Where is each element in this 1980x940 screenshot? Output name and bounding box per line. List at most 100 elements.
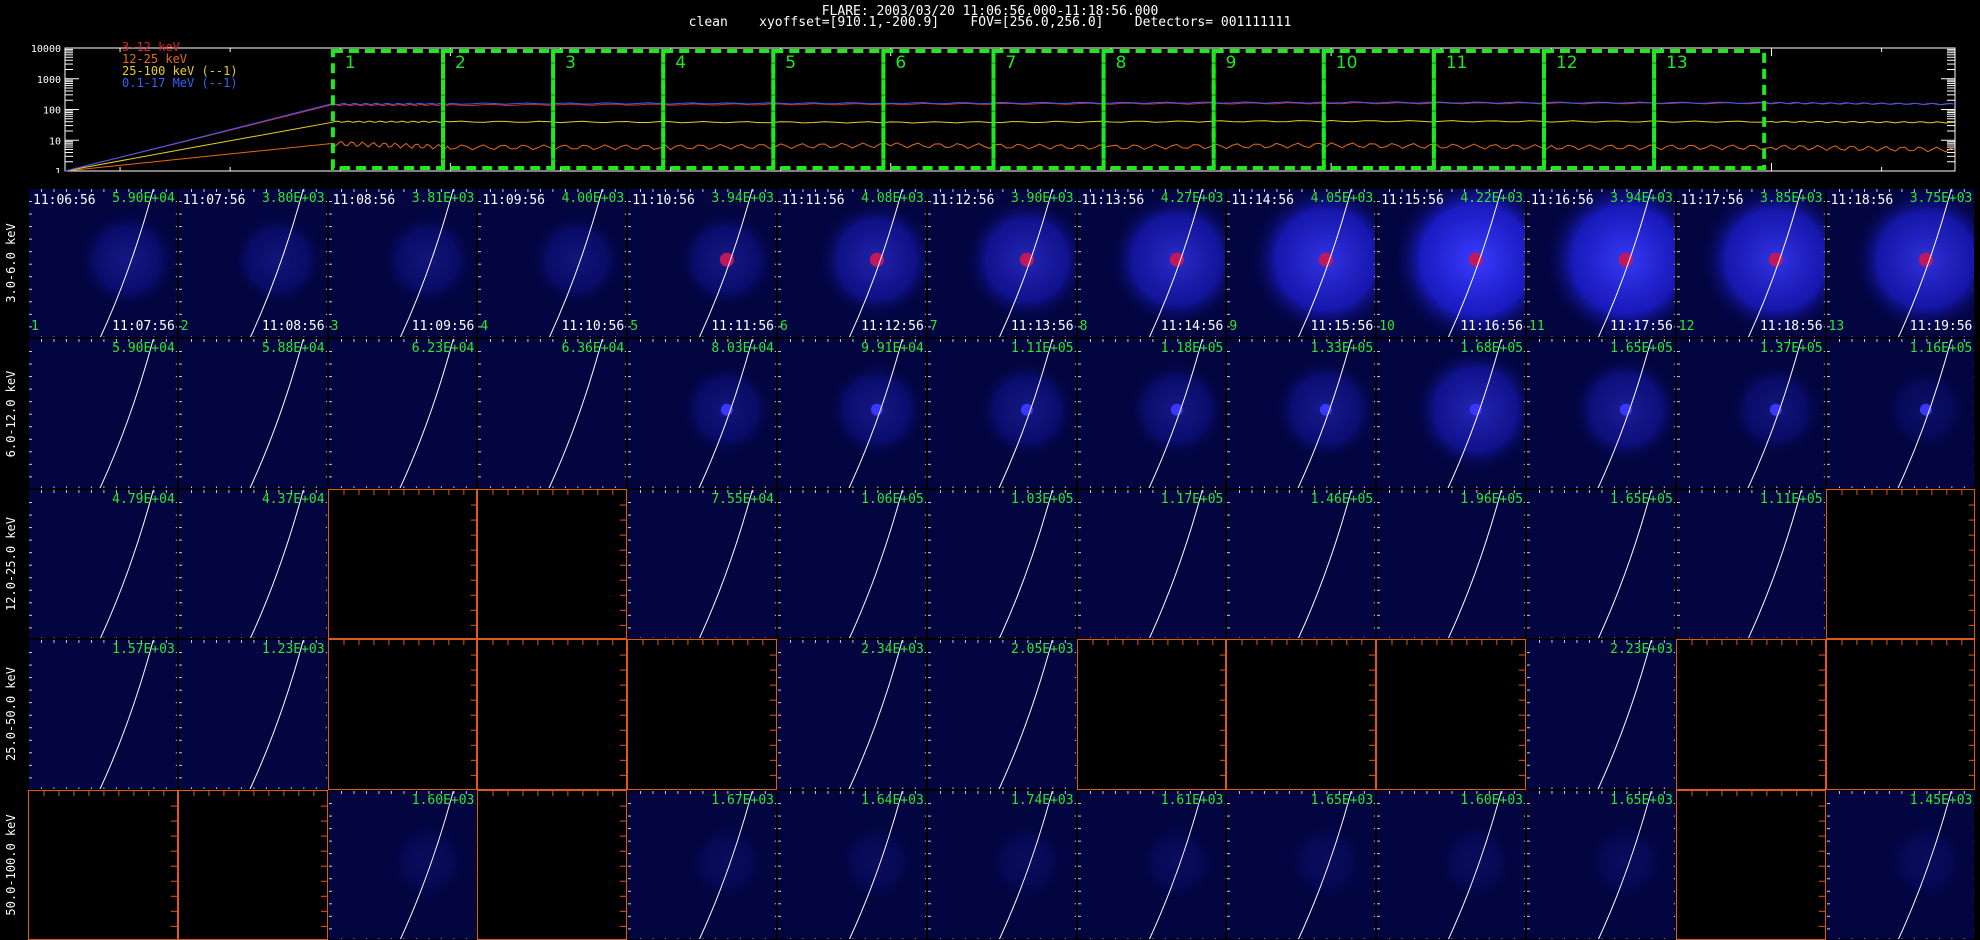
panel-graphic	[927, 489, 1076, 639]
interval-index-label: 9	[1229, 319, 1238, 335]
xray-image-panel: 1.68E+05	[1376, 338, 1526, 489]
max-value-label: 4.37E+04	[261, 491, 325, 507]
emission-blob	[1851, 189, 1975, 334]
panel-graphic	[478, 339, 627, 488]
max-value-label: 1.60E+03	[411, 792, 475, 808]
panel-graphic	[492, 790, 627, 927]
xray-image-panel: 2.05E+03	[926, 639, 1077, 790]
max-value-label: 1.37E+05	[1759, 341, 1823, 357]
max-value-label: 1.03E+05	[1010, 491, 1074, 507]
panel-graphic	[1826, 790, 1975, 939]
energy-band-label: 3.0-6.0 keV	[0, 188, 22, 338]
interval-index-label: 4	[480, 319, 489, 335]
xray-image-panel: 1.64E+03	[777, 789, 927, 940]
lightcurve-chart: 10000100010010111:0811:1211:1611:203-12 …	[31, 40, 1956, 173]
start-time-label: 11:16:56	[1531, 193, 1594, 208]
panel-graphic	[1227, 339, 1376, 488]
max-value-label: 7.55E+04	[711, 491, 774, 507]
interval-index-label: 7	[929, 319, 938, 335]
energy-band-text: 6.0-12.0 keV	[4, 370, 18, 457]
energy-band-label: 25.0-50.0 keV	[0, 639, 22, 789]
max-value-label: 1.74E+03	[1010, 792, 1074, 808]
energy-band-label: 12.0-25.0 keV	[0, 489, 22, 639]
max-value-label: 4.27E+03	[1160, 191, 1224, 206]
time-interval-label: 11	[1446, 53, 1468, 73]
xray-image-panel: 4.79E+04	[28, 488, 178, 640]
emission-blob	[1138, 823, 1215, 900]
xray-image-panel: 1.65E+03	[1526, 789, 1676, 940]
empty-image-panel	[1076, 639, 1227, 790]
empty-image-panel	[477, 488, 628, 640]
interval-index-label: 8	[1079, 319, 1088, 335]
xray-image-panel: 5.88E+04	[177, 338, 328, 489]
start-time-label: 11:06:56	[33, 193, 96, 208]
solar-limb	[1298, 489, 1353, 639]
xray-image-panel: 4.27E+03 11:13:56 11:14:56 8	[1076, 188, 1227, 339]
panel-graphic	[1391, 640, 1525, 777]
start-time-label: 11:17:56	[1680, 193, 1744, 208]
xray-image-panel: 3.85E+03 11:17:56 11:18:56 12	[1675, 188, 1826, 339]
panel-graphic	[628, 489, 776, 639]
max-value-label: 1.61E+03	[1160, 792, 1224, 808]
emission-blob	[389, 823, 466, 900]
xray-image-panel: 1.67E+03	[627, 789, 777, 940]
time-interval-label: 3	[565, 53, 576, 73]
panel-graphic	[29, 489, 177, 639]
emission-blob	[1249, 189, 1376, 337]
panel-graphic	[178, 339, 327, 488]
panel-graphic	[1077, 339, 1226, 488]
panel-graphic	[1227, 189, 1376, 338]
max-value-label: 1.65E+03	[1310, 792, 1374, 808]
panel-graphic	[778, 189, 926, 338]
max-value-label: 3.75E+03	[1909, 191, 1973, 206]
end-time-label: 11:12:56	[861, 319, 924, 335]
panel-graphic	[43, 790, 177, 927]
max-value-label: 2.23E+03	[1610, 642, 1673, 658]
empty-image-panel	[327, 639, 478, 790]
xray-image-panel: 4.00E+03 11:09:56 11:10:56 4	[477, 188, 628, 339]
panel-graphic	[927, 189, 1076, 338]
xray-image-panel: 1.18E+05	[1076, 338, 1227, 489]
xray-image-panel: 3.75E+03 11:18:56 11:19:56 13	[1825, 188, 1976, 339]
empty-image-panel	[327, 488, 478, 640]
solar-limb	[1447, 489, 1503, 639]
panel-graphic	[1227, 790, 1376, 939]
max-value-label: 3.94E+03	[1610, 191, 1673, 206]
end-time-label: 11:07:56	[112, 319, 175, 335]
max-value-label: 4.05E+03	[1310, 191, 1374, 206]
panel-graphic	[628, 189, 776, 338]
emission-blob	[530, 213, 624, 307]
panel-graphic	[1527, 489, 1675, 639]
energy-band-text: 50.0-100.0 keV	[4, 814, 18, 916]
xray-image-panel: 3.90E+03 11:12:56 11:13:56 7	[926, 188, 1077, 339]
xray-image-panel: 7.55E+04	[627, 488, 777, 640]
max-value-label: 1.46E+05	[1310, 491, 1374, 507]
xray-image-panel: 5.90E+04	[28, 338, 178, 489]
max-value-label: 1.16E+05	[1909, 341, 1973, 357]
xray-image-panel: 1.06E+05	[777, 488, 927, 640]
xray-image-panel: 4.22E+03 11:15:56 11:16:56 10	[1376, 188, 1526, 339]
empty-image-panel	[1226, 639, 1377, 790]
empty-image-panel	[1825, 488, 1976, 640]
panel-graphic	[492, 640, 627, 777]
xray-image-panel: 4.05E+03 11:14:56 11:15:56 9	[1226, 188, 1377, 339]
panel-graphic	[178, 189, 327, 338]
xray-image-panel: 1.11E+05	[926, 338, 1077, 489]
panel-graphic	[1227, 489, 1376, 639]
xray-image-panel: 3.80E+03 11:07:56 11:08:56 2	[177, 188, 328, 339]
energy-band-label: 6.0-12.0 keV	[0, 338, 22, 488]
solar-limb	[848, 640, 903, 789]
max-value-label: 1.18E+05	[1160, 341, 1224, 357]
solar-limb	[249, 640, 304, 789]
interval-index-label: 5	[630, 319, 639, 335]
panel-graphic	[29, 640, 177, 789]
xray-image-panel: 1.57E+03	[28, 639, 178, 790]
max-value-label: 6.36E+04	[561, 341, 625, 357]
end-time-label: 11:16:56	[1460, 319, 1523, 335]
time-interval-label: 1	[345, 53, 356, 73]
solar-limb	[1597, 489, 1652, 639]
xray-image-panel: 3.94E+03 11:10:56 11:11:56 5	[627, 188, 777, 339]
max-value-label: 3.80E+03	[261, 191, 325, 206]
xray-image-panel: 6.23E+04	[327, 338, 478, 489]
end-time-label: 11:18:56	[1759, 319, 1823, 335]
